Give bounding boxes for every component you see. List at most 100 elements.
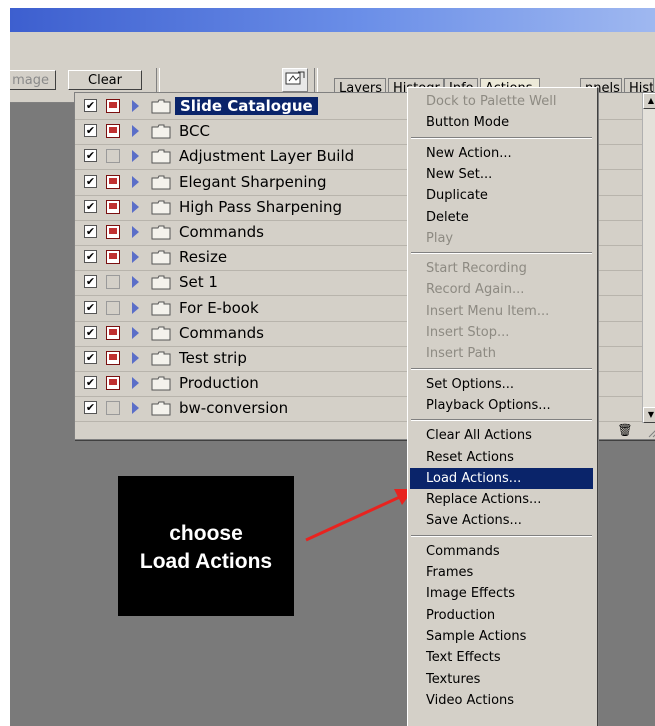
- expand-triangle-icon[interactable]: [132, 100, 139, 112]
- menu-separator: [411, 534, 592, 537]
- expand-triangle-icon[interactable]: [132, 226, 139, 238]
- menu-item-replace-actions[interactable]: Replace Actions...: [410, 489, 593, 510]
- menu-item-button-mode[interactable]: Button Mode: [410, 112, 593, 133]
- menu-item-start-recording: Start Recording: [426, 261, 527, 277]
- separator: [156, 68, 160, 94]
- menu-item-set-options[interactable]: Set Options...: [410, 374, 593, 395]
- dialog-toggle-icon[interactable]: [106, 149, 120, 164]
- expand-triangle-icon[interactable]: [132, 175, 139, 188]
- action-set-label: BCC: [179, 122, 210, 141]
- action-set-label: Commands: [179, 223, 264, 241]
- folder-icon: [151, 124, 171, 139]
- menu-item-load-actions[interactable]: Load Actions...: [410, 467, 593, 489]
- expand-triangle-icon[interactable]: [132, 150, 139, 163]
- menu-separator: [411, 367, 592, 370]
- action-set-label: Set 1: [179, 273, 218, 292]
- expand-triangle-icon[interactable]: [132, 326, 139, 339]
- action-set-label: Adjustment Layer Build: [179, 147, 355, 166]
- checkmark-icon[interactable]: ✔: [84, 351, 97, 364]
- vertical-scrollbar[interactable]: ▲ ▼: [642, 93, 655, 423]
- menu-item-dock-to-palette-well: Dock to Palette Well: [426, 94, 557, 109]
- checkmark-icon[interactable]: ✔: [84, 174, 97, 188]
- image-button[interactable]: mage: [10, 70, 56, 90]
- menu-strip: [10, 32, 655, 65]
- action-set-label: Slide Catalogue: [175, 97, 318, 115]
- menu-item-frames[interactable]: Frames: [410, 562, 593, 583]
- menu-item-clear-all-actions[interactable]: Clear All Actions: [410, 425, 593, 446]
- expand-triangle-icon[interactable]: [132, 301, 139, 314]
- action-set-label: Resize: [179, 248, 228, 267]
- photoshop-window: mage Clear Layers Histogr Info Actions n…: [10, 8, 655, 726]
- dialog-toggle-icon[interactable]: [106, 351, 120, 365]
- expand-triangle-icon[interactable]: [132, 402, 139, 415]
- dialog-toggle-icon[interactable]: [106, 300, 120, 315]
- menu-item-insert-stop: Insert Stop...: [426, 325, 510, 340]
- checkmark-icon[interactable]: ✔: [84, 199, 97, 213]
- dialog-toggle-icon[interactable]: [106, 376, 120, 391]
- checkmark-icon[interactable]: ✔: [84, 401, 97, 415]
- menu-item-production[interactable]: Production: [410, 605, 593, 626]
- action-set-label: Elegant Sharpening: [179, 172, 327, 191]
- actions-palette-menu: Dock to Palette Well Button Mode New Actio…: [407, 87, 598, 726]
- dialog-toggle-icon[interactable]: [106, 401, 120, 416]
- menu-item-playback-options[interactable]: Playback Options...: [410, 395, 593, 416]
- expand-triangle-icon[interactable]: [132, 251, 139, 264]
- separator: [314, 68, 318, 94]
- expand-triangle-icon[interactable]: [132, 352, 139, 364]
- scroll-down-button[interactable]: ▼: [643, 407, 655, 423]
- dialog-toggle-icon[interactable]: [106, 275, 120, 290]
- dialog-toggle-icon[interactable]: [106, 325, 120, 340]
- menu-item-sample-actions[interactable]: Sample Actions: [410, 626, 593, 647]
- clear-button[interactable]: Clear: [68, 70, 142, 90]
- checkmark-icon[interactable]: ✔: [84, 376, 97, 390]
- folder-icon: [151, 250, 171, 265]
- callout-line-1: choose: [169, 522, 243, 545]
- checkmark-icon[interactable]: ✔: [84, 250, 97, 264]
- dialog-toggle-icon[interactable]: [106, 250, 120, 265]
- menu-item-delete[interactable]: Delete: [410, 207, 593, 228]
- folder-icon: [151, 401, 171, 416]
- trash-icon[interactable]: 🗑: [615, 423, 635, 437]
- menu-item-image-effects[interactable]: Image Effects: [410, 583, 593, 604]
- menu-item-commands[interactable]: Commands: [410, 541, 593, 562]
- checkmark-icon[interactable]: ✔: [84, 275, 97, 289]
- resize-grip-icon[interactable]: [646, 426, 655, 438]
- menu-item-text-effects[interactable]: Text Effects: [410, 647, 593, 668]
- menu-item-textures[interactable]: Textures: [410, 669, 593, 690]
- menu-item-reset-actions[interactable]: Reset Actions: [410, 447, 593, 468]
- dialog-toggle-icon[interactable]: [106, 124, 120, 139]
- checkmark-icon[interactable]: ✔: [84, 225, 97, 238]
- palette-well-icon[interactable]: [282, 68, 308, 92]
- expand-triangle-icon[interactable]: [132, 276, 139, 289]
- folder-icon: [151, 275, 171, 290]
- checkmark-icon[interactable]: ✔: [84, 300, 97, 314]
- folder-icon: [151, 99, 171, 114]
- dialog-toggle-icon[interactable]: [106, 99, 120, 113]
- dialog-toggle-icon[interactable]: [106, 174, 120, 189]
- checkmark-icon[interactable]: ✔: [84, 325, 97, 339]
- scroll-up-button[interactable]: ▲: [643, 93, 655, 109]
- dialog-toggle-icon[interactable]: [106, 199, 120, 214]
- action-set-label: Commands: [179, 323, 264, 342]
- menu-item-new-action[interactable]: New Action...: [410, 143, 593, 164]
- callout-line-2: Load Actions: [139, 550, 273, 573]
- action-set-label: bw-conversion: [179, 399, 289, 418]
- instruction-callout: choose Load Actions: [118, 476, 294, 616]
- menu-item-save-actions[interactable]: Save Actions...: [410, 510, 593, 531]
- dialog-toggle-icon[interactable]: [106, 225, 120, 239]
- menu-item-new-set[interactable]: New Set...: [410, 164, 593, 185]
- menu-item-video-actions[interactable]: Video Actions: [410, 690, 593, 711]
- expand-triangle-icon[interactable]: [132, 125, 139, 138]
- expand-triangle-icon[interactable]: [132, 377, 139, 390]
- checkmark-icon[interactable]: ✔: [84, 99, 97, 112]
- menu-item-duplicate[interactable]: Duplicate: [410, 185, 593, 206]
- menu-separator: [411, 136, 592, 139]
- checkmark-icon[interactable]: ✔: [84, 124, 97, 138]
- checkmark-icon[interactable]: ✔: [84, 149, 97, 163]
- action-set-label: Production: [179, 374, 259, 393]
- folder-icon: [151, 175, 171, 190]
- folder-icon: [151, 351, 171, 366]
- expand-triangle-icon[interactable]: [132, 200, 139, 213]
- action-set-label: For E-book: [179, 298, 259, 317]
- folder-icon: [151, 301, 171, 316]
